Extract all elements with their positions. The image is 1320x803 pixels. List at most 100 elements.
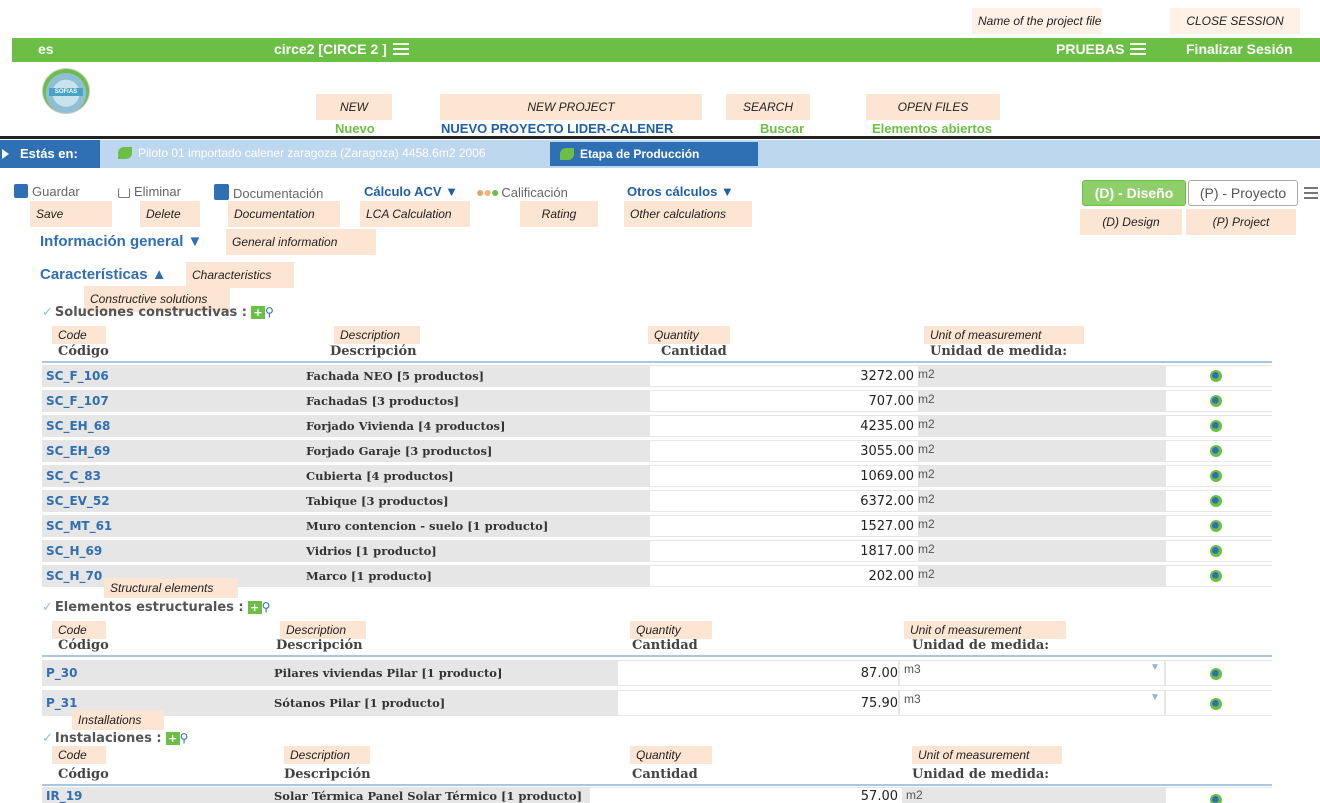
language-selector[interactable]: es: [38, 41, 54, 57]
row-action-cell: [1166, 466, 1272, 486]
view-products-icon[interactable]: [1210, 698, 1222, 710]
row-description: Muro contencion - suelo [1 producto]: [306, 519, 549, 533]
row-code-link[interactable]: SC_MT_61: [46, 519, 112, 533]
table-row: SC_MT_61 Muro contencion - suelo [1 prod…: [42, 515, 1272, 537]
row-code-link[interactable]: SC_EH_69: [46, 444, 110, 458]
row-unit: m3: [904, 692, 921, 706]
characteristics-toggle[interactable]: Características ▲: [40, 266, 167, 283]
column-header-quantity: Cantidad: [661, 344, 727, 359]
view-products-icon[interactable]: [1210, 570, 1222, 582]
search-icon[interactable]: ⚲: [262, 600, 271, 614]
row-action-cell: [1166, 416, 1272, 436]
view-products-icon[interactable]: [1210, 520, 1222, 532]
column-header-code: Código: [58, 767, 109, 782]
rating-icon: ●: [483, 184, 492, 200]
row-description: Fachada NEO [5 productos]: [306, 369, 485, 383]
note-structural: Structural elements: [104, 578, 238, 598]
logout-button[interactable]: Finalizar Sesión: [1186, 41, 1293, 57]
note-new: NEW: [316, 94, 392, 120]
table-row: SC_EV_52 Tabique [3 productos] 6372.00 m…: [42, 490, 1272, 512]
other-calculations-menu[interactable]: Otros cálculos ▼: [627, 184, 734, 199]
add-icon[interactable]: +: [165, 732, 180, 745]
note-unit: Unit of measurement: [912, 746, 1062, 764]
breadcrumb-item-project[interactable]: Piloto 01 importado calener zaragoza (Za…: [118, 146, 486, 160]
menu-icon[interactable]: [1130, 43, 1147, 55]
row-quantity: 75.90: [860, 696, 898, 711]
view-products-icon[interactable]: [1210, 495, 1222, 507]
view-products-icon[interactable]: [1210, 370, 1222, 382]
row-code-link[interactable]: P_30: [46, 666, 78, 680]
general-information-toggle[interactable]: Información general ▼: [40, 233, 202, 250]
row-code-link[interactable]: SC_H_69: [46, 544, 102, 558]
file-selector[interactable]: PRUEBAS: [1056, 41, 1147, 57]
project-toggle[interactable]: (P) - Proyecto: [1188, 180, 1298, 206]
unit-select[interactable]: m3 ▼: [900, 661, 1164, 685]
row-unit: m2: [918, 392, 935, 406]
logo-text: SOFIAS: [49, 88, 83, 96]
note-other: Other calculations: [624, 201, 752, 227]
row-code-link[interactable]: SC_F_107: [46, 394, 109, 408]
breadcrumb-item-stage[interactable]: Etapa de Producción: [550, 142, 758, 166]
row-action-cell: [1166, 516, 1272, 536]
design-toggle[interactable]: (D) - Diseño: [1082, 180, 1186, 206]
file-name: PRUEBAS: [1056, 41, 1125, 57]
table-row: P_30 Pilares viviendas Pilar [1 producto…: [42, 660, 1272, 686]
row-action-cell: [1166, 661, 1272, 685]
documentation-button[interactable]: Documentación: [214, 184, 323, 201]
row-quantity: 202.00: [868, 569, 915, 584]
menu-icon[interactable]: [392, 43, 409, 55]
delete-button[interactable]: Eliminar: [118, 184, 181, 199]
row-action-cell: [1166, 691, 1272, 715]
view-products-icon[interactable]: [1210, 545, 1222, 557]
dropdown-arrow-icon: ▼: [1150, 662, 1160, 673]
row-code-link[interactable]: IR_19: [46, 789, 82, 803]
row-unit: m2: [918, 467, 935, 481]
note-unit: Unit of measurement: [904, 621, 1066, 639]
row-code-link[interactable]: P_31: [46, 696, 78, 710]
view-products-icon[interactable]: [1210, 794, 1222, 803]
row-code-link[interactable]: SC_EV_52: [46, 494, 110, 508]
project-name: circe2 [CIRCE 2 ]: [274, 41, 387, 57]
row-code-link[interactable]: SC_EH_68: [46, 419, 110, 433]
row-description: Vidrios [1 producto]: [306, 544, 437, 558]
row-code-link[interactable]: SC_F_106: [46, 369, 109, 383]
more-menu-icon[interactable]: [1304, 187, 1318, 199]
view-products-icon[interactable]: [1210, 395, 1222, 407]
structural-elements-heading: ✓ Elementos estructurales : + ⚲: [42, 600, 270, 615]
new-link[interactable]: Nuevo: [335, 121, 375, 136]
view-products-icon[interactable]: [1210, 470, 1222, 482]
search-icon[interactable]: ⚲: [180, 731, 189, 745]
row-quantity: 707.00: [868, 394, 915, 409]
new-project-link[interactable]: NUEVO PROYECTO LIDER-CALENER: [441, 121, 673, 136]
search-icon[interactable]: ⚲: [265, 305, 274, 319]
add-icon[interactable]: +: [247, 601, 262, 614]
lca-calculation-menu[interactable]: Cálculo ACV ▼: [364, 184, 458, 199]
table-row: IR_19 Solar Térmica Panel Solar Térmico …: [42, 787, 1272, 803]
row-quantity: 6372.00: [860, 494, 914, 509]
view-products-icon[interactable]: [1210, 668, 1222, 680]
view-products-icon[interactable]: [1210, 420, 1222, 432]
note-save: Save: [30, 201, 112, 227]
row-code-link[interactable]: SC_C_83: [46, 469, 101, 483]
row-unit: m2: [918, 517, 935, 531]
project-selector[interactable]: circe2 [CIRCE 2 ]: [274, 41, 409, 57]
rating-button[interactable]: ●●● Calificación: [476, 184, 568, 200]
row-description: FachadaS [3 productos]: [306, 394, 460, 408]
row-quantity: 57.00: [860, 789, 898, 803]
constructive-solutions-table: SC_F_106 Fachada NEO [5 productos] 3272.…: [42, 361, 1272, 591]
installations-heading: ✓ Instalaciones : + ⚲: [42, 731, 188, 746]
open-elements-link[interactable]: Elementos abiertos: [872, 121, 992, 136]
row-code-link[interactable]: SC_H_70: [46, 569, 102, 583]
row-quantity: 4235.00: [860, 419, 914, 434]
row-unit: m2: [918, 367, 935, 381]
header-divider: [0, 136, 1320, 139]
row-quantity: 1527.00: [860, 519, 914, 534]
note-design: (D) Design: [1080, 209, 1182, 235]
breadcrumb-active-label: Etapa de Producción: [580, 147, 700, 161]
view-products-icon[interactable]: [1210, 445, 1222, 457]
row-description: Marco [1 producto]: [306, 569, 432, 583]
unit-select[interactable]: m3 ▼: [900, 691, 1164, 715]
add-icon[interactable]: +: [250, 306, 265, 319]
save-button[interactable]: Guardar: [14, 184, 80, 199]
search-link[interactable]: Buscar: [760, 121, 804, 136]
